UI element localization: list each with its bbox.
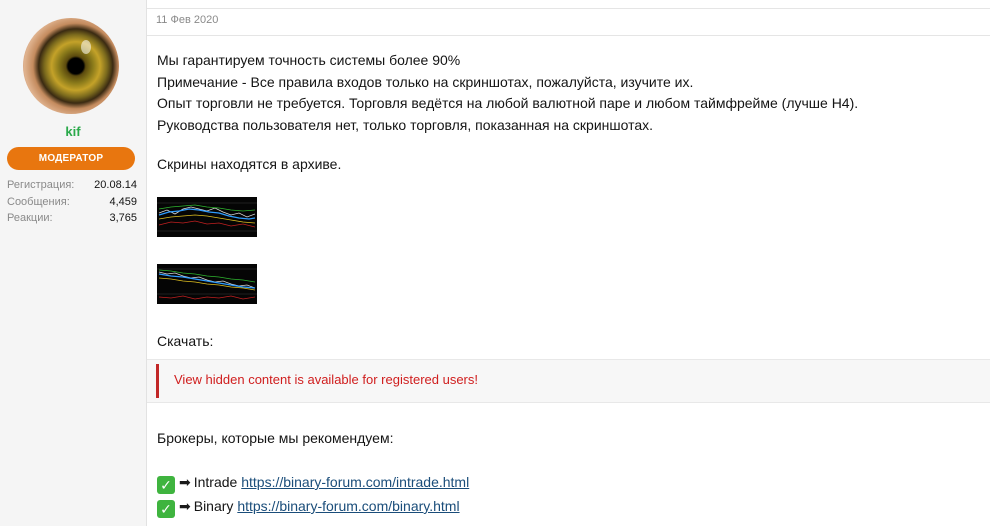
avatar-glint [81,40,91,54]
broker-item: ✓ ➡ Binary https://binary-forum.com/binary… [157,496,460,518]
stat-label: Сообщения: [7,195,70,208]
screenshot-thumbnail[interactable] [157,197,257,237]
check-mark-icon: ✓ [157,476,175,494]
post-line: Опыт торговли не требуется. Торговля вед… [157,95,859,111]
role-badge: МОДЕРАТОР [7,147,135,170]
user-stats: Регистрация: 20.08.14 Сообщения: 4,459 Р… [7,177,137,227]
broker-name: Binary [193,498,234,514]
broker-item: ✓ ➡ Intrade https://binary-forum.com/intra… [157,472,469,494]
post-line: Примечание - Все правила входов только н… [157,73,694,90]
stat-value: 3,765 [109,212,137,224]
avatar[interactable] [23,18,119,114]
stat-messages: Сообщения: 4,459 [7,194,137,211]
stat-label: Регистрация: [7,179,75,191]
brokers-heading: Брокеры, которые мы рекомендуем: [157,430,394,446]
stat-reactions: Реакции: 3,765 [7,210,137,227]
right-arrow-icon: ➡ [179,498,191,514]
hidden-content-message: View hidden content is available for reg… [174,372,478,387]
username[interactable]: kif [0,124,146,139]
post-date[interactable]: 11 Фев 2020 [156,14,218,26]
broker-link[interactable]: https://binary-forum.com/intrade.html [241,474,469,490]
broker-name: Intrade [193,474,238,490]
post-header: 11 Фев 2020 [147,8,990,36]
download-label: Скачать: [157,333,214,349]
stat-registration: Регистрация: 20.08.14 [7,177,137,194]
stat-label: Реакции: [7,212,53,224]
post-line: Руководства пользователя нет, только тор… [157,116,654,133]
broker-link[interactable]: https://binary-forum.com/binary.html [237,498,459,514]
hidden-content-accent-bar [156,364,159,398]
right-arrow-icon: ➡ [179,474,191,490]
post-line: Мы гарантируем точность системы более 90… [157,52,461,68]
screenshot-thumbnail[interactable] [157,264,257,304]
stat-value: 20.08.14 [94,179,137,191]
stat-value: 4,459 [109,195,137,208]
user-panel: kif МОДЕРАТОР Регистрация: 20.08.14 Сооб… [0,0,147,526]
archive-text: Скрины находятся в архиве. [157,156,342,172]
hidden-content-box: View hidden content is available for reg… [147,359,990,403]
check-mark-icon: ✓ [157,500,175,518]
